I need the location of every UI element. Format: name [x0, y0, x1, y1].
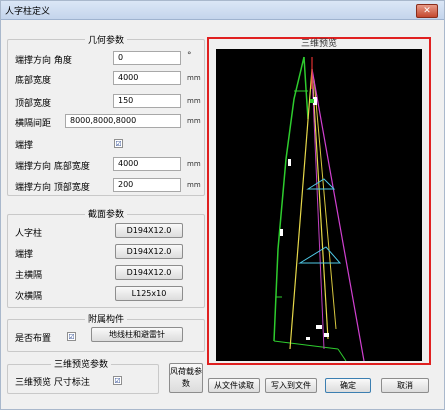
end-brace-label: 端撑 — [15, 141, 34, 151]
window-title: 人字柱定义 — [5, 7, 51, 17]
diaphragm-spacing-label: 横隔间距 — [15, 119, 52, 129]
end-brace-top-width-input[interactable]: 200 — [113, 178, 181, 192]
wind-load-params-button[interactable]: 风荷载参数 — [169, 363, 203, 393]
degree-unit: ° — [187, 51, 192, 61]
close-button[interactable]: ✕ — [416, 4, 438, 18]
end-brace-top-width-unit: mm — [187, 181, 201, 189]
top-width-label: 顶部宽度 — [15, 99, 52, 109]
arrange-checkbox[interactable]: ☑ — [67, 332, 76, 341]
section-group-title: 截面参数 — [85, 207, 128, 220]
end-brace-bottom-width-label: 端撑方向 底部宽度 — [15, 162, 90, 172]
ground-wire-lightning-rod-button[interactable]: 地线柱和避雷针 — [91, 327, 183, 342]
secondary-diaphragm-label: 次横隔 — [15, 292, 43, 302]
end-brace-bottom-width-unit: mm — [187, 160, 201, 168]
top-width-input[interactable]: 150 — [113, 94, 181, 108]
preview-viewport[interactable]: 三维预览 — [207, 37, 431, 365]
end-brace-section-label: 端撑 — [15, 250, 34, 260]
preview-params-group-title: 三维预览参数 — [51, 357, 112, 370]
main-diaphragm-label: 主横隔 — [15, 271, 43, 281]
arrange-label: 是否布置 — [15, 334, 52, 344]
ok-button[interactable]: 确定 — [325, 378, 371, 393]
diaphragm-spacing-input[interactable]: 8000,8000,8000 — [65, 114, 181, 128]
bottom-width-input[interactable]: 4000 — [113, 71, 181, 85]
dialog-window: 人字柱定义 ✕ 几何参数 端撑方向 角度 0 ° 底部宽度 4000 mm 顶部… — [0, 0, 445, 410]
end-brace-angle-input[interactable]: 0 — [113, 51, 181, 65]
cancel-button[interactable]: 取消 — [381, 378, 429, 393]
end-brace-section-button[interactable]: D194X12.0 — [115, 244, 183, 259]
top-width-unit: mm — [187, 97, 201, 105]
end-brace-bottom-width-input[interactable]: 4000 — [113, 157, 181, 171]
bottom-width-unit: mm — [187, 74, 201, 82]
preview-dimension-checkbox[interactable]: ☑ — [113, 376, 122, 385]
herringbone-column-label: 人字柱 — [15, 229, 43, 239]
preview-title: 三维预览 — [300, 39, 337, 49]
end-brace-angle-label: 端撑方向 角度 — [15, 56, 72, 66]
geometry-group-title: 几何参数 — [85, 33, 128, 46]
attachment-group-title: 附属构件 — [85, 312, 128, 325]
secondary-diaphragm-section-button[interactable]: L125x10 — [115, 286, 183, 301]
herringbone-column-section-button[interactable]: D194X12.0 — [115, 223, 183, 238]
write-to-file-button[interactable]: 写入到文件 — [265, 378, 317, 393]
main-diaphragm-section-button[interactable]: D194X12.0 — [115, 265, 183, 280]
tower-wireframe — [273, 56, 365, 362]
bottom-width-label: 底部宽度 — [15, 76, 52, 86]
diaphragm-spacing-unit: mm — [187, 117, 201, 125]
read-from-file-button[interactable]: 从文件读取 — [208, 378, 260, 393]
preview-canvas[interactable] — [216, 49, 422, 362]
end-brace-top-width-label: 端撑方向 顶部宽度 — [15, 183, 90, 193]
title-bar: 人字柱定义 ✕ — [1, 1, 444, 20]
preview-dimension-label: 三维预览 尺寸标注 — [15, 378, 90, 388]
end-brace-checkbox[interactable]: ☑ — [114, 139, 123, 148]
